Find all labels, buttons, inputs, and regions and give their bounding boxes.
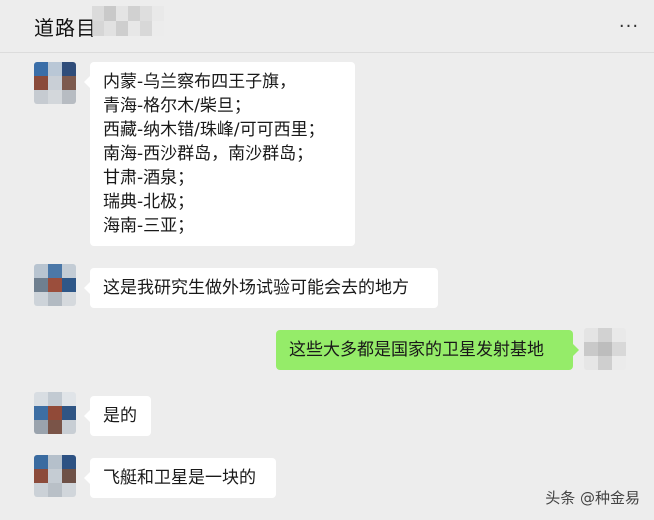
- bubble-tail: [84, 282, 90, 294]
- more-options-icon[interactable]: ···: [618, 18, 640, 36]
- message-line: 青海-格尔木/柴旦；: [103, 96, 251, 116]
- avatar-self[interactable]: [584, 328, 626, 370]
- bubble-tail: [84, 472, 90, 484]
- avatar-contact[interactable]: [34, 62, 76, 104]
- message-bubble-1: 内蒙-乌兰察布四王子旗， 青海-格尔木/柴旦； 西藏-纳木错/珠峰/可可西里； …: [84, 62, 355, 246]
- avatar-contact[interactable]: [34, 392, 76, 434]
- watermark: 头条 @种金易: [545, 489, 640, 507]
- bubble-tail: [84, 76, 90, 88]
- message-line: 是的: [103, 406, 137, 426]
- message-bubble-4: 是的: [84, 396, 151, 436]
- avatar-contact[interactable]: [34, 455, 76, 497]
- message-line: 飞艇和卫星是一块的: [103, 468, 256, 488]
- message-line: 内蒙-乌兰察布四王子旗，: [103, 72, 297, 92]
- message-line: 海南-三亚；: [103, 216, 195, 236]
- message-bubble-3: 这些大多都是国家的卫星发射基地: [276, 330, 579, 370]
- message-line: 西藏-纳木错/珠峰/可可西里；: [103, 120, 325, 140]
- chat-title: 道路目: [34, 16, 97, 40]
- message-line: 这是我研究生做外场试验可能会去的地方: [103, 278, 409, 298]
- message-bubble-5: 飞艇和卫星是一块的: [84, 458, 276, 498]
- bubble-tail: [573, 344, 579, 356]
- chat-header: 道路目 ···: [0, 0, 654, 53]
- message-bubble-2: 这是我研究生做外场试验可能会去的地方: [84, 268, 438, 308]
- message-line: 这些大多都是国家的卫星发射基地: [289, 340, 544, 360]
- message-line: 甘肃-酒泉；: [103, 168, 195, 188]
- blurred-title-mosaic: [92, 6, 164, 36]
- avatar-contact[interactable]: [34, 264, 76, 306]
- bubble-tail: [84, 410, 90, 422]
- message-line: 南海-西沙群岛，南沙群岛；: [103, 144, 314, 164]
- message-line: 瑞典-北极；: [103, 192, 195, 212]
